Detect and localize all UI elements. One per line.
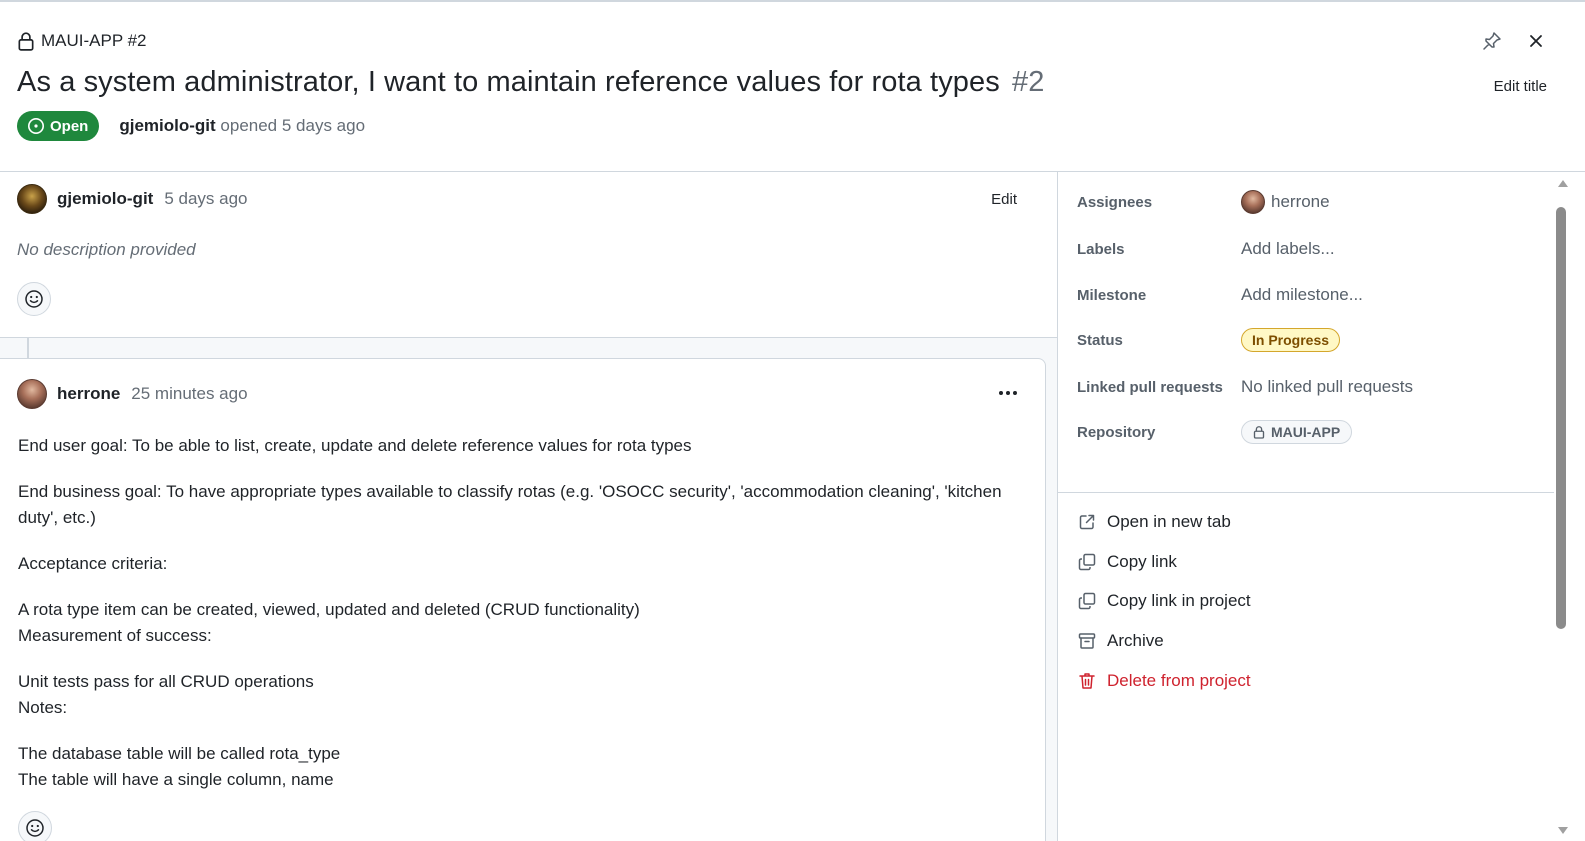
issue-title: As a system administrator, I want to mai… bbox=[17, 66, 1045, 99]
comment-paragraph: End user goal: To be able to list, creat… bbox=[18, 436, 692, 455]
copy-link-in-project-label: Copy link in project bbox=[1107, 591, 1251, 610]
issue-title-text: As a system administrator, I want to mai… bbox=[17, 66, 1000, 98]
comment-body: End user goal: To be able to list, creat… bbox=[18, 433, 1028, 813]
delete-from-project-label: Delete from project bbox=[1107, 671, 1251, 690]
copy-link-button[interactable]: Copy link bbox=[1077, 552, 1177, 572]
milestone-label: Milestone bbox=[1077, 286, 1147, 304]
edit-title-button[interactable]: Edit title bbox=[1494, 78, 1547, 95]
pin-icon bbox=[1483, 32, 1501, 50]
avatar[interactable] bbox=[17, 379, 47, 409]
comment-paragraph: The table will have a single column, nam… bbox=[18, 770, 334, 789]
archive-icon bbox=[1078, 633, 1096, 649]
issue-open-icon bbox=[28, 118, 44, 134]
comment-paragraph: A rota type item can be created, viewed,… bbox=[18, 600, 640, 619]
comment-time: 25 minutes ago bbox=[131, 384, 248, 403]
delete-from-project-button[interactable]: Delete from project bbox=[1077, 671, 1251, 691]
issue-number: #2 bbox=[1012, 66, 1045, 98]
open-state-label: Open bbox=[50, 117, 89, 135]
comment-card: herrone 25 minutes ago End user goal: To… bbox=[0, 358, 1046, 841]
archive-button[interactable]: Archive bbox=[1077, 631, 1164, 651]
kebab-icon bbox=[999, 391, 1017, 395]
header-actions bbox=[1481, 30, 1547, 52]
assignees-label: Assignees bbox=[1077, 193, 1153, 211]
comment-paragraph: Notes: bbox=[18, 698, 68, 717]
comment-paragraph: End business goal: To have appropriate t… bbox=[18, 482, 1002, 527]
status-field[interactable]: Status In Progress bbox=[1077, 328, 1341, 352]
assignees-value[interactable]: herrone bbox=[1241, 190, 1330, 214]
link-external-icon bbox=[1079, 514, 1095, 530]
scroll-up-arrow-icon[interactable] bbox=[1558, 180, 1568, 187]
archive-label: Archive bbox=[1107, 631, 1164, 650]
open-state-badge: Open bbox=[17, 111, 100, 141]
milestone-field[interactable]: Milestone Add milestone... bbox=[1077, 285, 1363, 305]
status-badge[interactable]: In Progress bbox=[1241, 328, 1341, 352]
labels-value[interactable]: Add labels... bbox=[1241, 239, 1335, 259]
comment-options-button[interactable] bbox=[995, 383, 1021, 403]
lock-icon bbox=[1253, 426, 1265, 439]
copy-link-in-project-button[interactable]: Copy link in project bbox=[1077, 591, 1251, 611]
issue-body: gjemiolo-git 5 days ago Edit No descript… bbox=[0, 172, 1057, 337]
repository-label: Repository bbox=[1077, 423, 1156, 441]
repo-reference: MAUI-APP #2 bbox=[17, 31, 147, 51]
close-icon bbox=[1530, 35, 1542, 47]
assignees-field[interactable]: Assignees herrone bbox=[1077, 190, 1330, 214]
comment-author[interactable]: herrone bbox=[57, 384, 120, 404]
comment-paragraph: Measurement of success: bbox=[18, 626, 212, 645]
repository-badge[interactable]: MAUI-APP bbox=[1241, 420, 1353, 444]
open-in-new-tab-label: Open in new tab bbox=[1107, 512, 1231, 531]
status-label: Status bbox=[1077, 331, 1123, 349]
open-in-new-tab-button[interactable]: Open in new tab bbox=[1077, 512, 1231, 532]
labels-label: Labels bbox=[1077, 240, 1125, 258]
pin-button[interactable] bbox=[1481, 30, 1503, 52]
avatar[interactable] bbox=[17, 184, 47, 214]
repository-name: MAUI-APP bbox=[1271, 424, 1341, 440]
linked-pr-label: Linked pull requests bbox=[1077, 378, 1223, 396]
comment-paragraph: Acceptance criteria: bbox=[18, 554, 168, 573]
issue-description: No description provided bbox=[17, 240, 196, 259]
trash-icon bbox=[1079, 673, 1095, 689]
sidebar-divider bbox=[1058, 492, 1554, 493]
milestone-value[interactable]: Add milestone... bbox=[1241, 285, 1363, 305]
linked-pr-value[interactable]: No linked pull requests bbox=[1241, 377, 1413, 397]
issue-main-column: gjemiolo-git 5 days ago Edit No descript… bbox=[0, 172, 1057, 841]
add-reaction-button[interactable] bbox=[18, 811, 52, 841]
repo-ref-text: MAUI-APP #2 bbox=[41, 31, 147, 50]
close-button[interactable] bbox=[1525, 30, 1547, 52]
comment-paragraph: The database table will be called rota_t… bbox=[18, 744, 341, 763]
scroll-down-arrow-icon[interactable] bbox=[1558, 827, 1568, 834]
lock-icon bbox=[18, 32, 34, 51]
scrollbar-thumb[interactable] bbox=[1556, 207, 1566, 629]
issue-body-author[interactable]: gjemiolo-git bbox=[57, 189, 153, 209]
opened-time: opened 5 days ago bbox=[220, 116, 366, 135]
issue-sidebar: Assignees herrone Labels Add labels... M… bbox=[1058, 172, 1554, 841]
opened-by-link[interactable]: gjemiolo-git bbox=[119, 116, 215, 135]
edit-body-button[interactable]: Edit bbox=[991, 191, 1017, 208]
issue-state-row: Open gjemiolo-git opened 5 days ago bbox=[17, 111, 365, 141]
linked-pr-field[interactable]: Linked pull requests No linked pull requ… bbox=[1077, 377, 1413, 397]
smiley-icon bbox=[26, 819, 44, 837]
issue-body-author-row: gjemiolo-git 5 days ago bbox=[17, 184, 248, 214]
top-border bbox=[0, 0, 1585, 2]
opened-meta: gjemiolo-git opened 5 days ago bbox=[119, 116, 365, 136]
copy-link-label: Copy link bbox=[1107, 552, 1177, 571]
avatar bbox=[1241, 190, 1265, 214]
copy-icon bbox=[1078, 553, 1096, 571]
add-reaction-button[interactable] bbox=[17, 282, 51, 316]
issue-body-time: 5 days ago bbox=[164, 189, 248, 208]
repository-field: Repository MAUI-APP bbox=[1077, 420, 1353, 444]
smiley-icon bbox=[25, 290, 43, 308]
comment-author-row: herrone 25 minutes ago bbox=[17, 379, 248, 409]
assignee-name: herrone bbox=[1271, 192, 1330, 211]
copy-icon bbox=[1078, 592, 1096, 610]
timeline-connector bbox=[27, 338, 29, 358]
comment-paragraph: Unit tests pass for all CRUD operations bbox=[18, 672, 314, 691]
labels-field[interactable]: Labels Add labels... bbox=[1077, 239, 1335, 259]
